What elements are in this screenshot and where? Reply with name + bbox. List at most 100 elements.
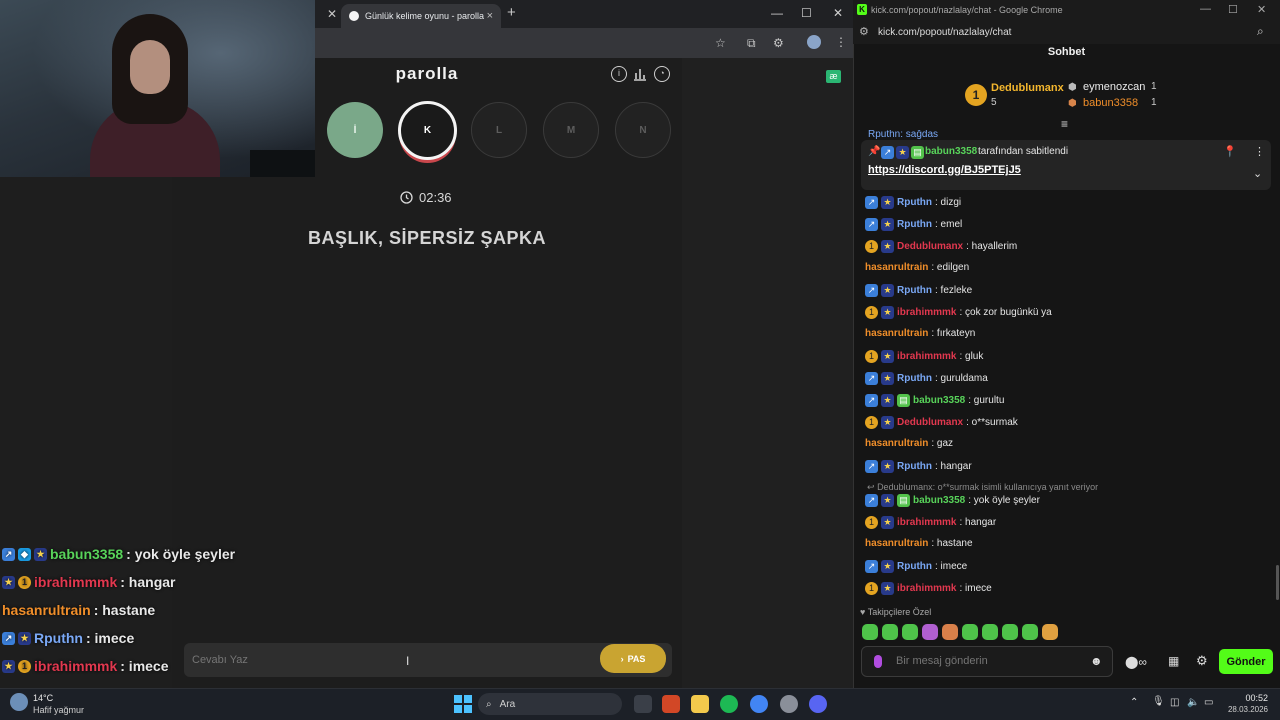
tray-chevron-icon[interactable]: ⌃ xyxy=(1130,697,1138,708)
chat-username[interactable]: Rputhn xyxy=(897,561,932,572)
tab-parolla[interactable]: Günlük kelime oyunu - parolla × xyxy=(341,4,501,28)
chat-minimize-button[interactable]: — xyxy=(1200,3,1211,15)
tray-network-icon[interactable]: ◫ xyxy=(1170,697,1179,708)
chat-username[interactable]: babun3358 xyxy=(913,395,965,406)
chat-maximize-button[interactable]: ☐ xyxy=(1228,3,1238,16)
chat-username[interactable]: Rputhn xyxy=(897,461,932,472)
store-icon[interactable]: ▦ xyxy=(1168,654,1179,668)
clock-time[interactable]: 00:52 xyxy=(1230,693,1268,703)
overlay-username: ibrahimmmk xyxy=(34,658,118,674)
leader-first-name[interactable]: Dedublumanx xyxy=(991,82,1064,94)
weather-desc[interactable]: Hafif yağmur xyxy=(33,705,84,715)
minimize-button[interactable]: — xyxy=(771,6,783,20)
discord-icon[interactable] xyxy=(809,695,827,713)
chat-username[interactable]: ibrahimmmk xyxy=(897,517,956,528)
taskbar-search[interactable]: ⌕ Ara xyxy=(478,693,622,715)
chat-username[interactable]: Rputhn xyxy=(897,197,932,208)
emote-icon[interactable] xyxy=(902,624,918,640)
profile-avatar[interactable] xyxy=(807,35,821,49)
extensions-icon[interactable]: ⚙ xyxy=(773,36,784,50)
chat-username[interactable]: babun3358 xyxy=(913,495,965,506)
chat-input[interactable] xyxy=(896,655,1086,667)
emote-icon[interactable] xyxy=(922,624,938,640)
star-badge-icon: ★ xyxy=(881,196,894,209)
collapse-leaderboard-icon[interactable]: ≡ xyxy=(1061,117,1068,131)
chat-username[interactable]: Dedublumanx xyxy=(897,417,963,428)
file-explorer-icon[interactable] xyxy=(691,695,709,713)
overlay-message: : hangar xyxy=(120,574,176,590)
emote-icon[interactable] xyxy=(962,624,978,640)
chat-scrollbar[interactable] xyxy=(1276,565,1279,600)
emoji-icon[interactable]: ☻ xyxy=(1090,654,1103,668)
spotify-icon[interactable] xyxy=(720,695,738,713)
reader-mode-icon[interactable]: æ xyxy=(826,70,841,83)
pass-button[interactable]: › PAS xyxy=(600,644,666,673)
chat-username[interactable]: ibrahimmmk xyxy=(897,583,956,594)
emote-icon[interactable] xyxy=(982,624,998,640)
weather-temp[interactable]: 14°C xyxy=(33,693,53,703)
task-view-icon[interactable] xyxy=(634,695,652,713)
translate-icon[interactable]: ⧉ xyxy=(747,36,756,50)
chevron-right-icon: › xyxy=(620,653,624,664)
maximize-button[interactable]: ☐ xyxy=(801,6,812,20)
followers-only-label: Takipçilere Özel xyxy=(867,607,932,617)
info-icon[interactable]: i xyxy=(611,66,627,82)
pinned-by-user[interactable]: babun3358 xyxy=(925,146,977,157)
chat-message: hasanrultrain: hastane xyxy=(865,538,973,549)
send-button[interactable]: Gönder xyxy=(1219,649,1273,674)
clock-date[interactable]: 28.03.2026 xyxy=(1222,705,1268,714)
chat-username[interactable]: Dedublumanx xyxy=(897,241,963,252)
chat-username[interactable]: Rputhn xyxy=(897,285,932,296)
close-button[interactable]: ✕ xyxy=(833,6,843,20)
leader-third-name[interactable]: babun3358 xyxy=(1083,97,1138,109)
points-icon[interactable]: ⬤∞ xyxy=(1125,655,1147,669)
chat-message-text: : yok öyle şeyler xyxy=(968,495,1040,506)
browser-menu-icon[interactable]: ⋮ xyxy=(835,35,847,49)
chat-address-bar: ⚙ kick.com/popout/nazlalay/chat ⌕ xyxy=(853,20,1280,44)
powerpoint-icon[interactable] xyxy=(662,695,680,713)
new-tab-button[interactable]: + xyxy=(507,5,516,20)
emote-icon[interactable] xyxy=(1042,624,1058,640)
chat-close-button[interactable]: ✕ xyxy=(1257,3,1266,16)
chat-username[interactable]: hasanrultrain xyxy=(865,328,928,339)
pin-options-icon[interactable]: ⋮ xyxy=(1254,145,1265,158)
chat-address[interactable]: kick.com/popout/nazlalay/chat xyxy=(878,27,1011,38)
chat-username[interactable]: hasanrultrain xyxy=(865,538,928,549)
leader-second-name[interactable]: eymenozcan xyxy=(1083,81,1145,93)
mic-icon[interactable] xyxy=(874,655,882,668)
verified-badge-icon: ↗ xyxy=(881,146,894,159)
chat-username[interactable]: Rputhn xyxy=(897,219,932,230)
emote-icon[interactable] xyxy=(1022,624,1038,640)
tray-battery-icon[interactable]: ▭ xyxy=(1204,697,1213,708)
weather-icon[interactable] xyxy=(10,693,28,711)
chat-username[interactable]: Rputhn xyxy=(897,373,932,384)
pinned-link[interactable]: https://discord.gg/BJ5PTEjJ5 xyxy=(868,164,1021,176)
chat-username[interactable]: hasanrultrain xyxy=(865,262,928,273)
chat-settings-icon[interactable]: ⚙ xyxy=(1196,653,1208,669)
start-button[interactable] xyxy=(454,695,472,713)
emote-icon[interactable] xyxy=(882,624,898,640)
zoom-icon[interactable]: ⌕ xyxy=(1257,24,1264,39)
stats-icon[interactable] xyxy=(633,67,647,81)
tray-volume-icon[interactable]: 🔈 xyxy=(1187,697,1199,708)
chat-message-text: : gaz xyxy=(931,438,954,449)
chat-username[interactable]: ibrahimmmk xyxy=(897,351,956,362)
profile-icon[interactable]: ◔ xyxy=(654,66,670,82)
emote-icon[interactable] xyxy=(942,624,958,640)
bookmark-star-icon[interactable]: ☆ xyxy=(715,36,726,50)
prev-tab-close-icon[interactable]: ✕ xyxy=(327,7,337,21)
chat-message: hasanrultrain: edilgen xyxy=(865,262,969,273)
emote-icon[interactable] xyxy=(862,624,878,640)
chat-input-box: ☻ xyxy=(861,646,1113,677)
emote-icon[interactable] xyxy=(1002,624,1018,640)
tab-close-icon[interactable]: × xyxy=(487,10,493,22)
settings-icon[interactable] xyxy=(780,695,798,713)
expand-pin-icon[interactable]: ⌄ xyxy=(1253,167,1262,180)
unpin-icon[interactable]: 📍 xyxy=(1223,145,1237,158)
chat-username[interactable]: ibrahimmmk xyxy=(897,307,956,318)
reply-reference[interactable]: ↩ Dedublumanx: o**surmak isimli kullanıc… xyxy=(867,482,1098,493)
site-info-icon[interactable]: ⚙ xyxy=(859,25,869,38)
tray-mic-icon[interactable]: 🎙 xyxy=(1152,696,1165,707)
chat-username[interactable]: hasanrultrain xyxy=(865,438,928,449)
chrome-icon[interactable] xyxy=(750,695,768,713)
